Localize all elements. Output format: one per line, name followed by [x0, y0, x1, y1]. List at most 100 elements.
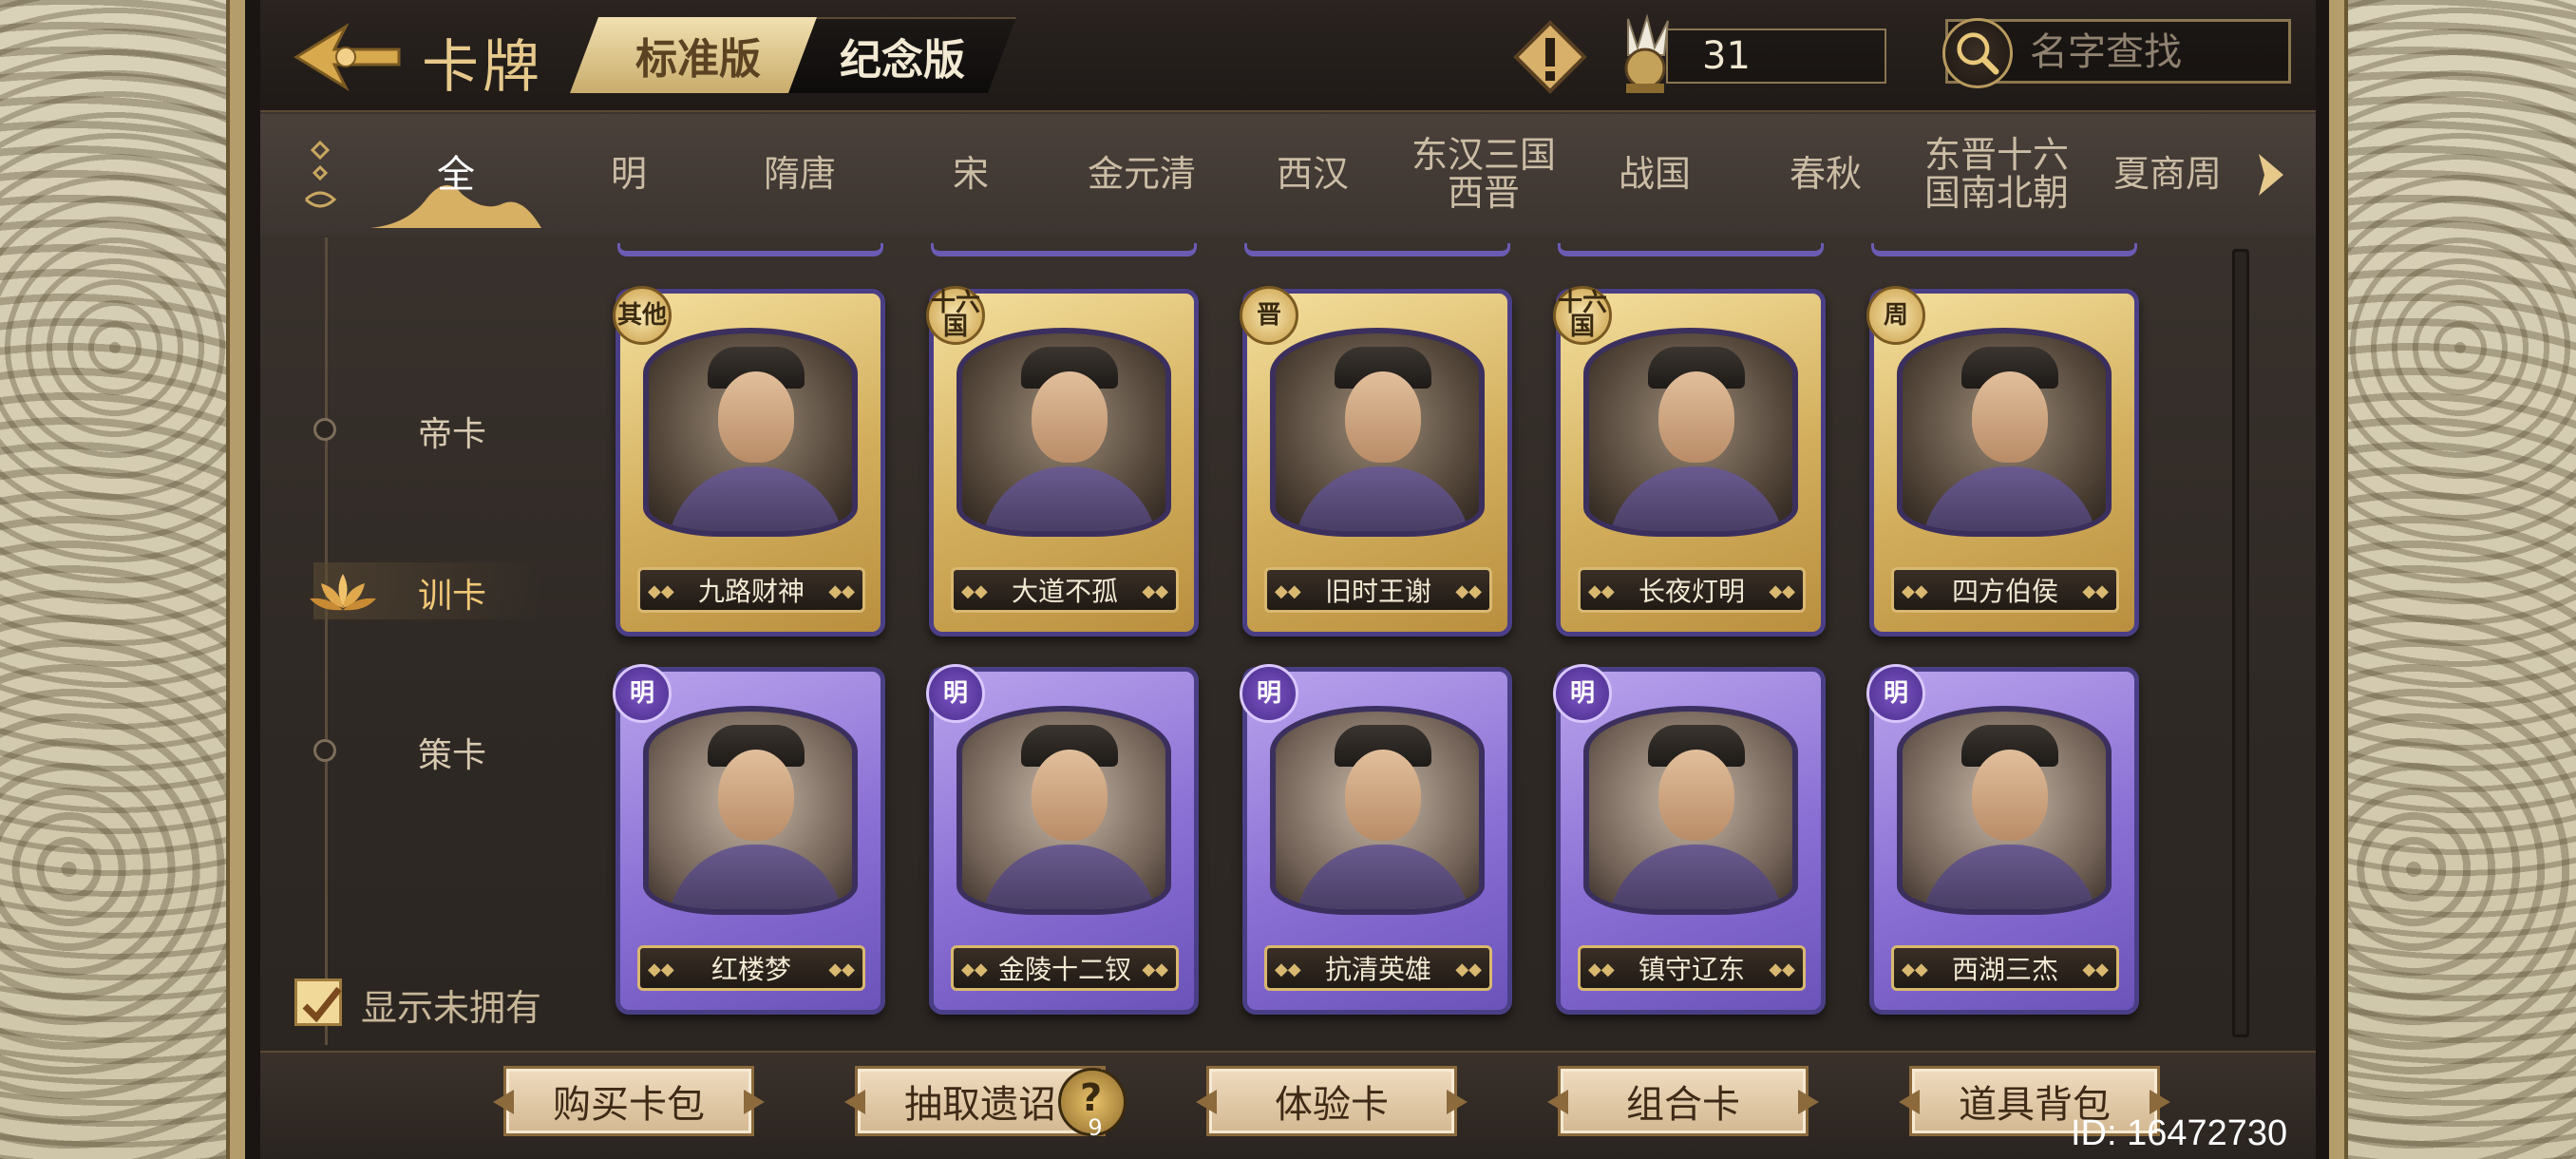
card-name: 镇守辽东 [1638, 954, 1745, 985]
trial-card-button[interactable]: 体验卡 [1206, 1066, 1457, 1136]
bottom-bar: 购买卡包 抽取遗诏 ? 9 体验卡 组合卡 道具背包 [260, 1051, 2316, 1159]
card-portrait [1583, 706, 1798, 915]
dynasty-badge: 晋 [1240, 286, 1298, 345]
card-portrait [1897, 706, 2112, 915]
lotus-icon [310, 574, 376, 611]
back-button[interactable] [289, 19, 403, 95]
card[interactable]: 明 ◆◆ 西湖三杰 ◆◆ [1866, 664, 2139, 1015]
card-portrait [1270, 328, 1485, 537]
tab-eastern-jin-sixteen-kingdoms[interactable]: 东晋十六 国南北朝 [1911, 114, 2082, 236]
tab-western-han[interactable]: 西汉 [1227, 114, 1398, 236]
category-strategy-card[interactable]: 策卡 [313, 722, 541, 779]
category-line [325, 238, 328, 1045]
tab-xia-shang-zhou[interactable]: 夏商周 [2082, 114, 2253, 236]
tab-spring-autumn[interactable]: 春秋 [1740, 114, 1911, 236]
search-input[interactable] [2030, 28, 2277, 77]
category-emperor-card[interactable]: 帝卡 [313, 401, 541, 458]
card[interactable]: 周 ◆◆ 四方伯侯 ◆◆ [1866, 286, 2139, 636]
card-portrait [1583, 328, 1798, 537]
card-name: 西湖三杰 [1951, 954, 2058, 985]
version-switch: 标准版 纪念版 [570, 17, 1016, 93]
currency-display: 31 [1609, 10, 1894, 104]
tab-all[interactable]: 全 [370, 114, 541, 236]
show-unowned-label: 显示未拥有 [361, 987, 542, 1029]
scrollbar[interactable] [2232, 249, 2249, 1037]
search-icon[interactable] [1942, 18, 2013, 88]
card-nameplate: ◆◆ 四方伯侯 ◆◆ [1891, 567, 2119, 613]
edict-scroll-badge: ? 9 [1058, 1068, 1127, 1141]
card-portrait [643, 706, 858, 915]
card[interactable]: 明 ◆◆ 抗清英雄 ◆◆ [1240, 664, 1512, 1015]
dynasty-badge: 明 [926, 664, 985, 723]
card-name: 旧时王谢 [1324, 576, 1431, 607]
combo-card-button[interactable]: 组合卡 [1558, 1066, 1809, 1136]
show-unowned-toggle[interactable]: 显示未拥有 [294, 975, 579, 1029]
dynasty-badge: 十六国 [926, 286, 985, 345]
card[interactable]: 十六国 ◆◆ 大道不孤 ◆◆ [926, 286, 1199, 636]
card-nameplate: ◆◆ 镇守辽东 ◆◆ [1578, 945, 1806, 991]
card-nameplate: ◆◆ 旧时王谢 ◆◆ [1264, 567, 1492, 613]
partial-card [1558, 243, 1824, 256]
edict-count: 9 [1088, 1114, 1103, 1141]
card[interactable]: 十六国 ◆◆ 长夜灯明 ◆◆ [1553, 286, 1826, 636]
dynasty-badge: 周 [1866, 286, 1925, 345]
card-nameplate: ◆◆ 红楼梦 ◆◆ [637, 945, 865, 991]
card[interactable]: 明 ◆◆ 红楼梦 ◆◆ [613, 664, 885, 1015]
card-portrait [1270, 706, 1485, 915]
card-name: 四方伯侯 [1951, 576, 2058, 607]
dynasty-badge: 明 [1240, 664, 1298, 723]
card-name: 红楼梦 [710, 954, 791, 985]
left-ornament-panel [0, 0, 245, 1159]
user-id: ID: 16472730 [2071, 1113, 2288, 1153]
category-dot [313, 739, 336, 762]
buy-card-pack-button[interactable]: 购买卡包 [503, 1066, 754, 1136]
right-ornament-panel [2329, 0, 2576, 1159]
card-nameplate: ◆◆ 金陵十二钗 ◆◆ [951, 945, 1179, 991]
card-name: 长夜灯明 [1638, 576, 1745, 607]
tab-ming[interactable]: 明 [543, 114, 714, 236]
main-area: 卡牌 标准版 纪念版 31 名字查找 全 明 隋唐 宋 金元清 西汉 东汉三国 … [260, 0, 2316, 1159]
card[interactable]: 明 ◆◆ 镇守辽东 ◆◆ [1553, 664, 1826, 1015]
tab-standard-version[interactable]: 标准版 [570, 17, 826, 93]
category-training-card[interactable]: 训卡 [310, 562, 541, 619]
card-name: 抗清英雄 [1324, 954, 1431, 985]
card-nameplate: ◆◆ 大道不孤 ◆◆ [951, 567, 1179, 613]
card-name: 九路财神 [697, 576, 805, 607]
card-nameplate: ◆◆ 九路财神 ◆◆ [637, 567, 865, 613]
checkbox[interactable] [294, 978, 342, 1026]
tabs-next-arrow-icon[interactable] [2251, 150, 2289, 200]
currency-box [1666, 28, 1886, 84]
partial-card [1871, 243, 2137, 256]
dynasty-badge: 明 [613, 664, 672, 723]
tabs-ornament [304, 140, 337, 208]
partial-card [931, 243, 1197, 256]
card-grid: 其他 ◆◆ 九路财神 ◆◆ 十六国 ◆◆ 大道不孤 ◆◆ 晋 ◆◆ 旧时王谢 ◆◆ 十六国 … [606, 243, 2226, 1041]
back-arrow-icon [294, 22, 401, 92]
tab-jin-yuan-qing[interactable]: 金元清 [1056, 114, 1227, 236]
tab-warring-states[interactable]: 战国 [1569, 114, 1740, 236]
card-portrait [643, 328, 858, 537]
card-portrait [1897, 328, 2112, 537]
page-title: 卡牌 [422, 34, 543, 101]
tab-song[interactable]: 宋 [885, 114, 1056, 236]
header: 卡牌 标准版 纪念版 31 [260, 0, 2316, 112]
checkmark-icon [302, 986, 342, 1023]
notice-button[interactable] [1512, 19, 1588, 95]
card-name: 金陵十二钗 [997, 954, 1131, 985]
tab-eastern-han-three-kingdoms[interactable]: 东汉三国 西晋 [1398, 114, 1569, 236]
dynasty-badge: 十六国 [1553, 286, 1612, 345]
partial-card [1244, 243, 1510, 256]
partial-card [617, 243, 883, 256]
dynasty-tabs: 全 明 隋唐 宋 金元清 西汉 东汉三国 西晋 战国 春秋 东晋十六 国南北朝 … [260, 114, 2316, 236]
card[interactable]: 晋 ◆◆ 旧时王谢 ◆◆ [1240, 286, 1512, 636]
dynasty-badge: 明 [1553, 664, 1612, 723]
currency-value: 31 [1702, 34, 1751, 78]
tab-commemorative-version[interactable]: 纪念版 [788, 17, 1016, 93]
dynasty-badge: 明 [1866, 664, 1925, 723]
category-dot [313, 418, 336, 441]
tab-sui-tang[interactable]: 隋唐 [714, 114, 885, 236]
card[interactable]: 其他 ◆◆ 九路财神 ◆◆ [613, 286, 885, 636]
card-nameplate: ◆◆ 西湖三杰 ◆◆ [1891, 945, 2119, 991]
exclamation-icon [1513, 20, 1587, 94]
card[interactable]: 明 ◆◆ 金陵十二钗 ◆◆ [926, 664, 1199, 1015]
